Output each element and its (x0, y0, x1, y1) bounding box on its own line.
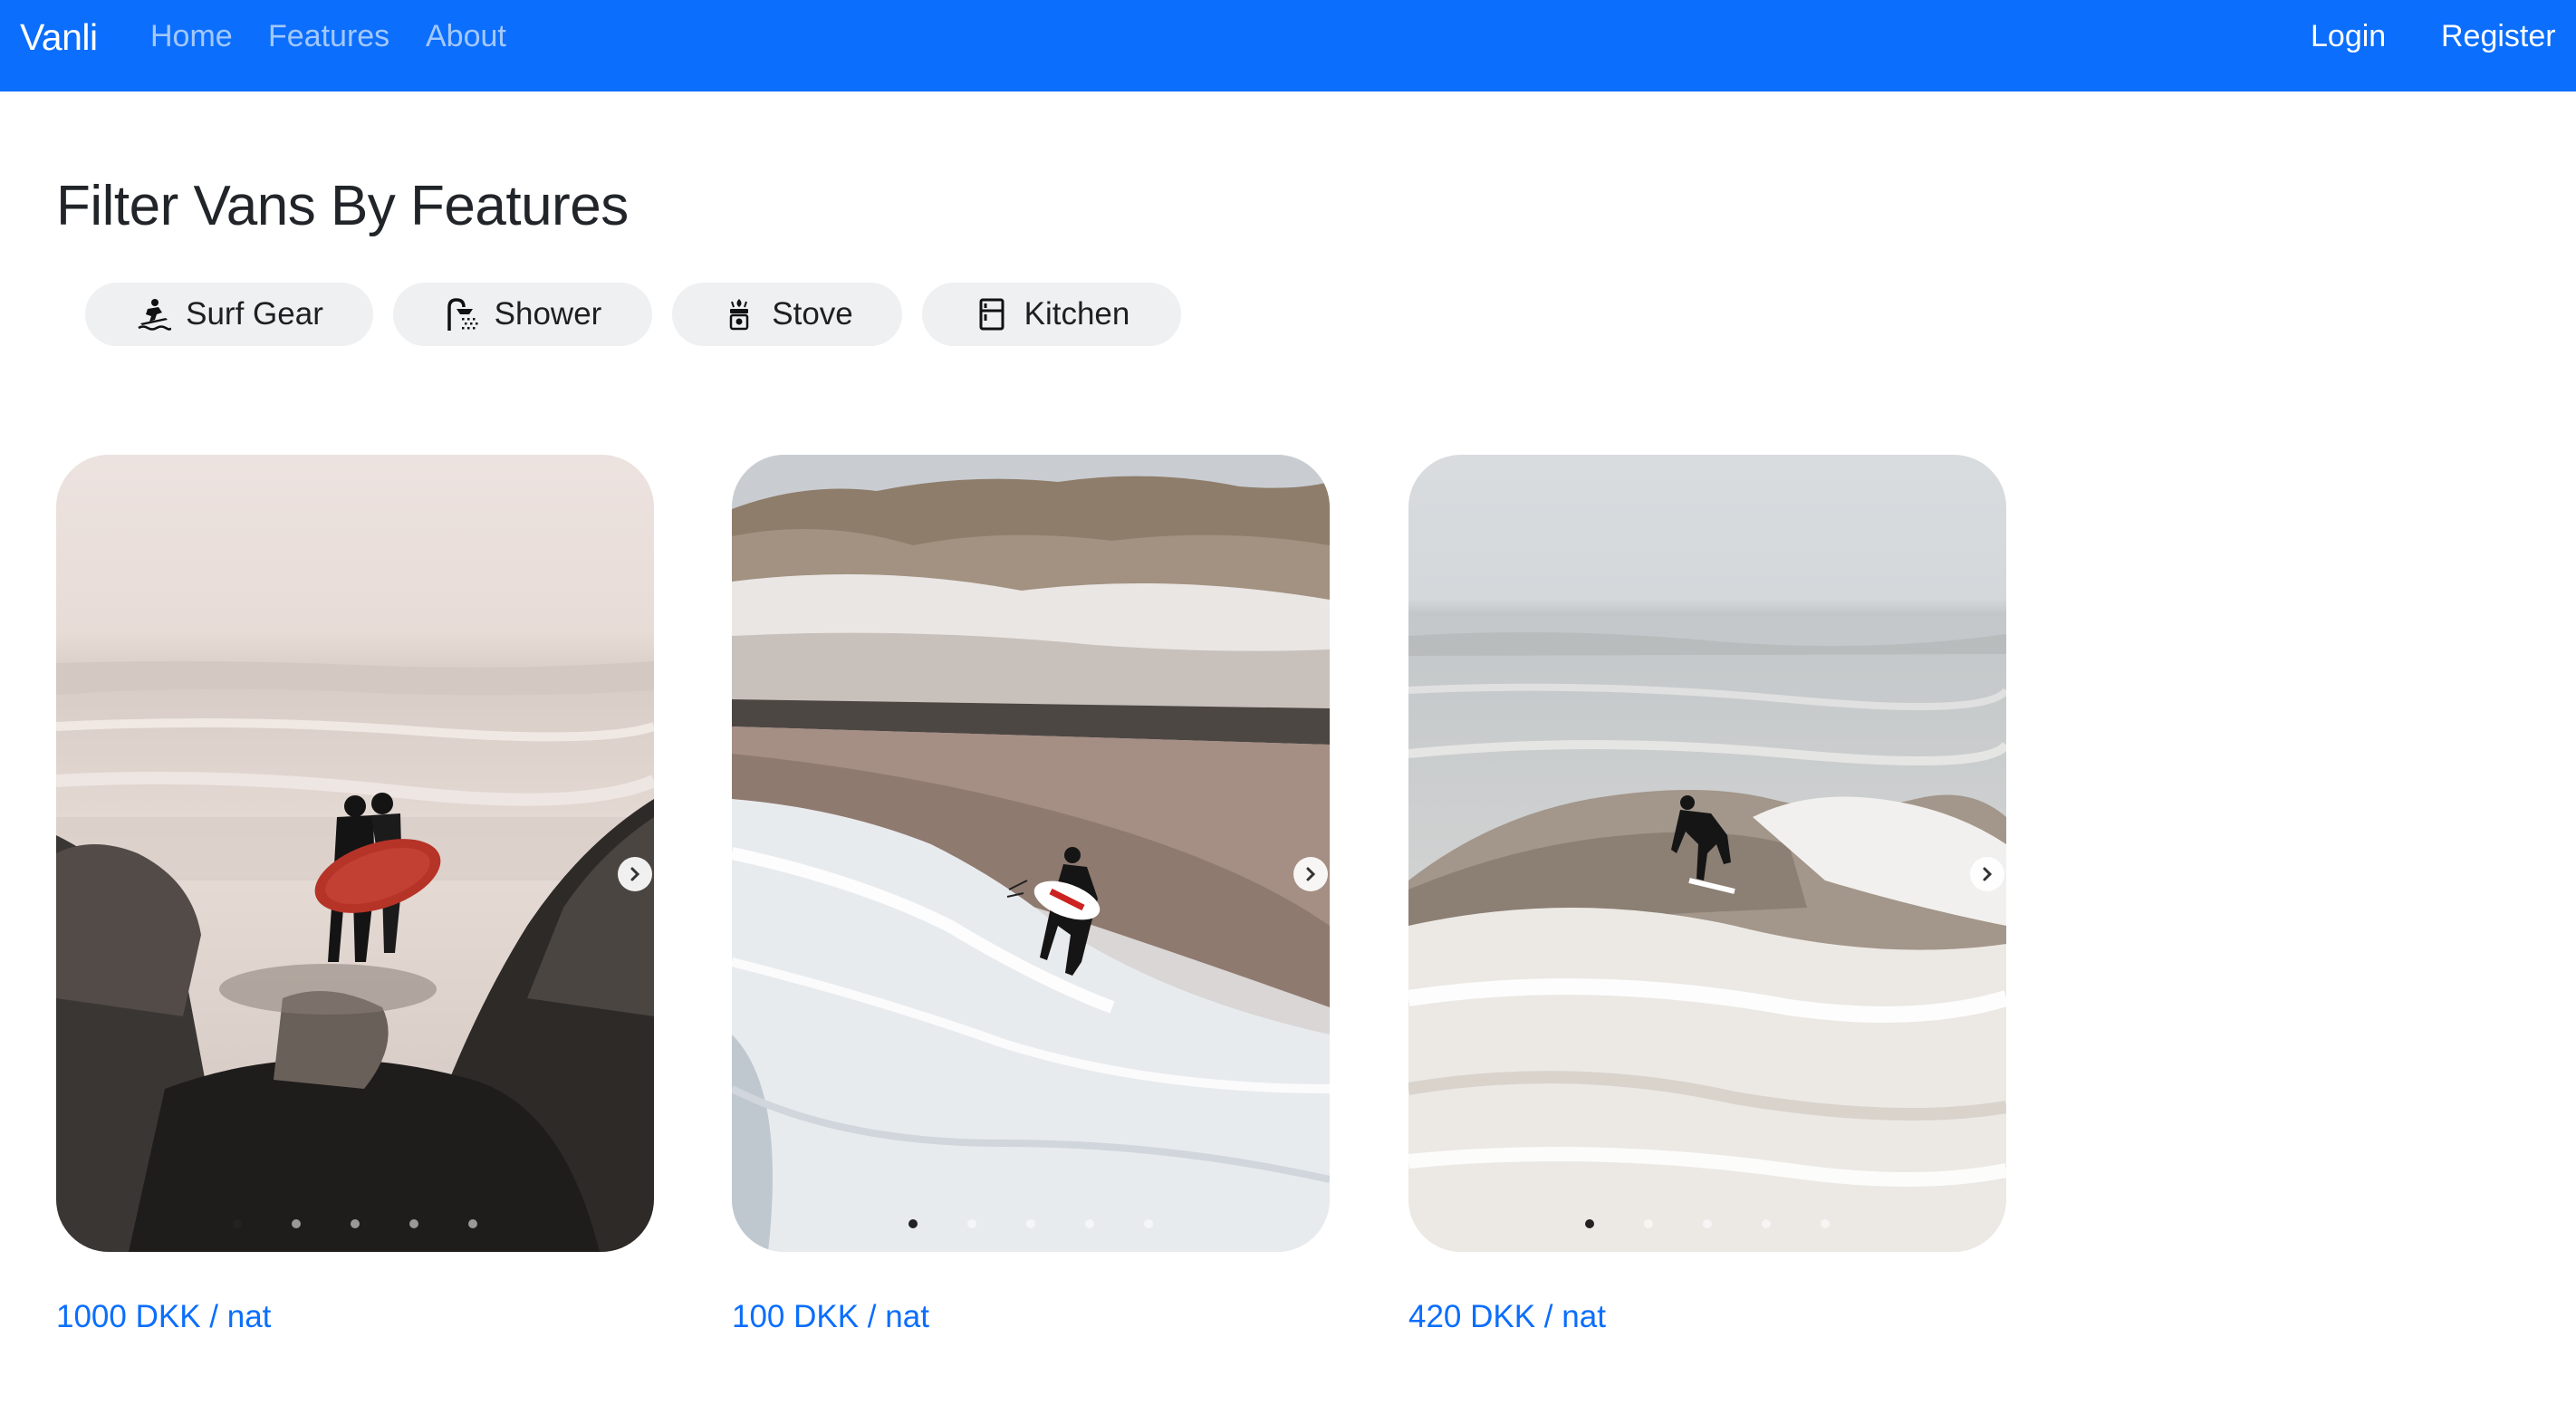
filter-label: Stove (772, 296, 853, 332)
carousel-dot[interactable] (233, 1219, 242, 1228)
surfer-icon (135, 296, 172, 332)
carousel-dot[interactable] (1703, 1219, 1712, 1228)
listing-photo-carousel[interactable] (1408, 455, 2006, 1252)
chevron-right-icon (630, 867, 640, 881)
listing-photo-carousel[interactable] (732, 455, 1330, 1252)
filter-shower-button[interactable]: Shower (393, 283, 652, 346)
carousel-dot[interactable] (292, 1219, 301, 1228)
carousel-dot[interactable] (1026, 1219, 1035, 1228)
listing-card: 1000 DKK / nat (56, 455, 654, 1334)
listing-card: 100 DKK / nat (732, 455, 1330, 1334)
filter-surf-gear-button[interactable]: Surf Gear (85, 283, 373, 346)
carousel-next-button[interactable] (618, 857, 652, 891)
carousel-dot[interactable] (409, 1219, 418, 1228)
nav-home-link[interactable]: Home (150, 16, 233, 56)
filter-label: Shower (494, 296, 602, 332)
filter-stove-button[interactable]: Stove (672, 283, 902, 346)
nav-about-link[interactable]: About (426, 16, 506, 56)
carousel-dot[interactable] (1144, 1219, 1153, 1228)
surfer-wave-photo (1408, 455, 2006, 1252)
kitchen-icon (974, 296, 1010, 332)
top-navbar: Vanli Home Features About Login Register (0, 0, 2576, 91)
carousel-indicators (1408, 1219, 2006, 1230)
carousel-dot[interactable] (1644, 1219, 1653, 1228)
carousel-indicators (732, 1219, 1330, 1230)
filter-kitchen-button[interactable]: Kitchen (922, 283, 1181, 346)
page-title: Filter Vans By Features (56, 175, 629, 237)
carousel-dot[interactable] (967, 1219, 976, 1228)
carousel-dot[interactable] (1821, 1219, 1830, 1228)
carousel-dot[interactable] (351, 1219, 360, 1228)
listing-photo-carousel[interactable] (56, 455, 654, 1252)
carousel-dot[interactable] (1762, 1219, 1771, 1228)
surfers-rocks-photo (56, 455, 654, 1252)
listing-price[interactable]: 100 DKK / nat (732, 1297, 929, 1337)
carousel-next-button[interactable] (1970, 857, 2004, 891)
carousel-dot[interactable] (468, 1219, 477, 1228)
register-link[interactable]: Register (2441, 16, 2556, 56)
carousel-indicators (56, 1219, 654, 1230)
surfer-beach-photo (732, 455, 1330, 1252)
filter-label: Kitchen (1024, 296, 1130, 332)
chevron-right-icon (1306, 867, 1316, 881)
listing-price[interactable]: 1000 DKK / nat (56, 1297, 271, 1337)
carousel-dot[interactable] (1085, 1219, 1094, 1228)
stove-icon (721, 296, 757, 332)
carousel-dot[interactable] (1585, 1219, 1594, 1228)
listing-card: 420 DKK / nat (1408, 455, 2006, 1334)
listing-price[interactable]: 420 DKK / nat (1408, 1297, 1606, 1337)
shower-icon (444, 296, 480, 332)
brand-logo[interactable]: Vanli (20, 13, 98, 62)
carousel-next-button[interactable] (1293, 857, 1328, 891)
carousel-dot[interactable] (908, 1219, 918, 1228)
filter-label: Surf Gear (186, 296, 323, 332)
chevron-right-icon (1983, 867, 1993, 881)
login-link[interactable]: Login (2311, 16, 2386, 56)
nav-features-link[interactable]: Features (268, 16, 389, 56)
